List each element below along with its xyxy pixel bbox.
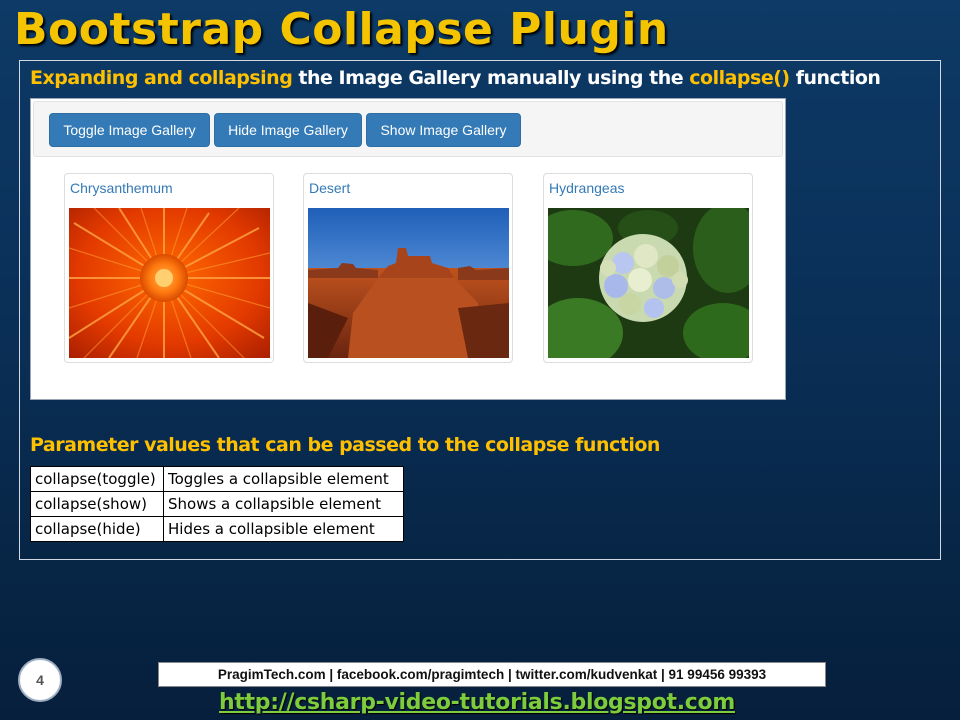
heading-text-middle: the Image Gallery manually using the — [292, 67, 690, 89]
param-call: collapse(show) — [30, 491, 164, 517]
hide-gallery-button[interactable]: Hide Image Gallery — [214, 113, 362, 147]
params-table: collapse(toggle) Toggles a collapsible e… — [30, 466, 404, 542]
gallery-item-chrysanthemum: Chrysanthemum — [64, 173, 274, 363]
params-heading: Parameter values that can be passed to t… — [30, 434, 660, 456]
desert-photo — [308, 208, 509, 358]
table-row: collapse(hide) Hides a collapsible eleme… — [30, 516, 404, 542]
gallery-caption: Desert — [309, 180, 351, 196]
heading-text-end: function — [789, 67, 881, 89]
param-description: Hides a collapsible element — [163, 516, 404, 542]
toggle-gallery-button[interactable]: Toggle Image Gallery — [49, 113, 210, 147]
gallery-item-desert: Desert — [303, 173, 513, 363]
heading-highlight-expanding: Expanding and collapsing — [30, 67, 293, 89]
show-gallery-button[interactable]: Show Image Gallery — [366, 113, 521, 147]
footer-url-link[interactable]: http://csharp-video-tutorials.blogspot.c… — [0, 690, 954, 715]
gallery-caption: Chrysanthemum — [70, 180, 173, 196]
table-row: collapse(show) Shows a collapsible eleme… — [30, 491, 404, 517]
param-description: Shows a collapsible element — [163, 491, 404, 517]
param-description: Toggles a collapsible element — [163, 466, 404, 492]
param-call: collapse(hide) — [30, 516, 164, 542]
param-call: collapse(toggle) — [30, 466, 164, 492]
button-toolbar: Toggle Image Gallery Hide Image Gallery … — [33, 101, 783, 157]
browser-screenshot: Toggle Image Gallery Hide Image Gallery … — [30, 98, 786, 400]
content-box: Expanding and collapsing the Image Galle… — [19, 60, 941, 560]
hydrangeas-photo — [548, 208, 749, 358]
heading-highlight-collapse: collapse() — [689, 67, 790, 89]
footer-info: PragimTech.com | facebook.com/pragimtech… — [158, 662, 826, 687]
slide-title: Bootstrap Collapse Plugin — [14, 4, 669, 55]
chrysanthemum-photo — [69, 208, 270, 358]
section-heading: Expanding and collapsing the Image Galle… — [30, 67, 940, 89]
gallery-caption: Hydrangeas — [549, 180, 625, 196]
gallery-item-hydrangeas: Hydrangeas — [543, 173, 753, 363]
table-row: collapse(toggle) Toggles a collapsible e… — [30, 466, 404, 492]
